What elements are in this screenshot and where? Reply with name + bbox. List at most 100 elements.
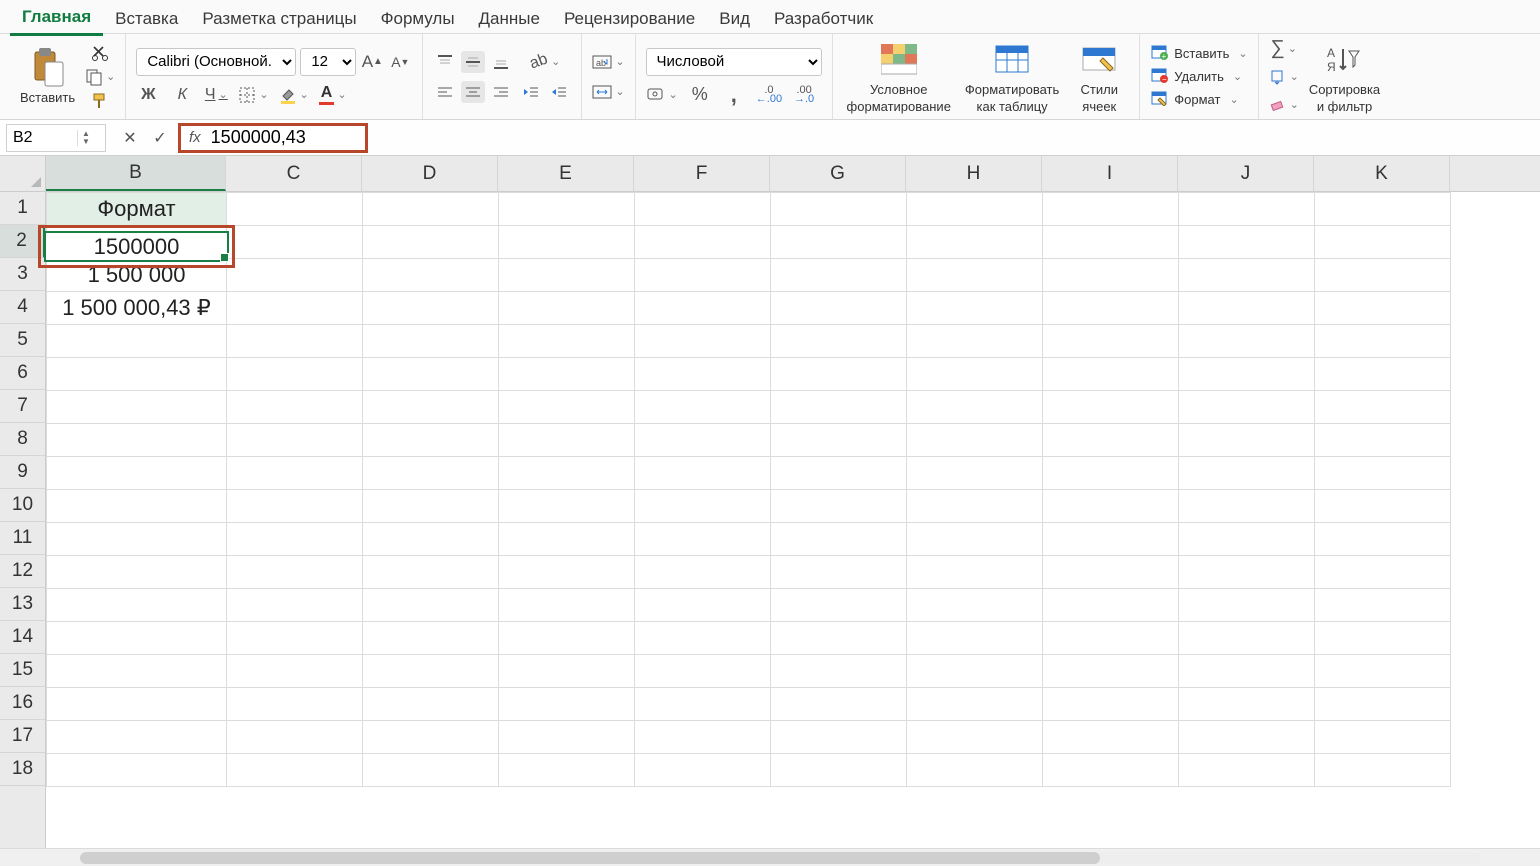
row-header-4[interactable]: 4 — [0, 291, 45, 324]
cell-J9[interactable] — [1179, 457, 1315, 490]
accounting-format-button[interactable]: ⌄ — [646, 84, 678, 106]
paste-button[interactable]: Вставить — [16, 46, 79, 107]
cell-C4[interactable] — [227, 292, 363, 325]
cell-F16[interactable] — [635, 688, 771, 721]
cell-B3[interactable]: 1 500 000 — [47, 259, 227, 292]
tab-formulas[interactable]: Формулы — [369, 5, 467, 35]
cell-D11[interactable] — [363, 523, 499, 556]
cell-B14[interactable] — [47, 622, 227, 655]
cell-K15[interactable] — [1315, 655, 1451, 688]
cell-H12[interactable] — [907, 556, 1043, 589]
cell-H1[interactable] — [907, 193, 1043, 226]
cell-H13[interactable] — [907, 589, 1043, 622]
row-header-13[interactable]: 13 — [0, 588, 45, 621]
cell-B7[interactable] — [47, 391, 227, 424]
formula-input[interactable] — [209, 126, 329, 149]
tab-data[interactable]: Данные — [467, 5, 552, 35]
cell-E15[interactable] — [499, 655, 635, 688]
row-header-17[interactable]: 17 — [0, 720, 45, 753]
cell-H7[interactable] — [907, 391, 1043, 424]
cell-I5[interactable] — [1043, 325, 1179, 358]
cell-B4[interactable]: 1 500 000,43 ₽ — [47, 292, 227, 325]
cell-J14[interactable] — [1179, 622, 1315, 655]
cell-E6[interactable] — [499, 358, 635, 391]
cell-C16[interactable] — [227, 688, 363, 721]
column-header-K[interactable]: K — [1314, 156, 1450, 191]
cell-H10[interactable] — [907, 490, 1043, 523]
cell-H16[interactable] — [907, 688, 1043, 721]
cell-H14[interactable] — [907, 622, 1043, 655]
cell-J11[interactable] — [1179, 523, 1315, 556]
column-header-D[interactable]: D — [362, 156, 498, 191]
cell-B13[interactable] — [47, 589, 227, 622]
cell-F6[interactable] — [635, 358, 771, 391]
cell-F17[interactable] — [635, 721, 771, 754]
cell-K9[interactable] — [1315, 457, 1451, 490]
cell-E9[interactable] — [499, 457, 635, 490]
cell-D1[interactable] — [363, 193, 499, 226]
cell-H17[interactable] — [907, 721, 1043, 754]
cell-K1[interactable] — [1315, 193, 1451, 226]
cell-D7[interactable] — [363, 391, 499, 424]
cell-D17[interactable] — [363, 721, 499, 754]
cell-I18[interactable] — [1043, 754, 1179, 787]
cell-B2[interactable]: 1500000 — [44, 231, 229, 262]
cell-J6[interactable] — [1179, 358, 1315, 391]
cell-C12[interactable] — [227, 556, 363, 589]
cell-E18[interactable] — [499, 754, 635, 787]
name-box-spinner[interactable]: ▲▼ — [77, 130, 94, 146]
cell-D6[interactable] — [363, 358, 499, 391]
cell-J18[interactable] — [1179, 754, 1315, 787]
cell-K3[interactable] — [1315, 259, 1451, 292]
cell-C11[interactable] — [227, 523, 363, 556]
cell-B18[interactable] — [47, 754, 227, 787]
row-header-18[interactable]: 18 — [0, 753, 45, 786]
cell-K4[interactable] — [1315, 292, 1451, 325]
cell-G12[interactable] — [771, 556, 907, 589]
cell-E16[interactable] — [499, 688, 635, 721]
tab-view[interactable]: Вид — [707, 5, 762, 35]
cell-K18[interactable] — [1315, 754, 1451, 787]
sort-filter-button[interactable]: AЯ Сортировка и фильтр — [1305, 38, 1384, 116]
cell-K12[interactable] — [1315, 556, 1451, 589]
cell-G9[interactable] — [771, 457, 907, 490]
cell-D18[interactable] — [363, 754, 499, 787]
decrease-indent-button[interactable] — [519, 81, 543, 103]
underline-button[interactable]: Ч⌄ — [204, 84, 228, 106]
cell-K10[interactable] — [1315, 490, 1451, 523]
align-left-button[interactable] — [433, 81, 457, 103]
cell-K13[interactable] — [1315, 589, 1451, 622]
cell-J7[interactable] — [1179, 391, 1315, 424]
cell-K2[interactable] — [1315, 226, 1451, 259]
format-as-table-button[interactable]: Форматировать как таблицу — [961, 38, 1063, 116]
cell-D12[interactable] — [363, 556, 499, 589]
cell-G10[interactable] — [771, 490, 907, 523]
cell-H5[interactable] — [907, 325, 1043, 358]
cell-B17[interactable] — [47, 721, 227, 754]
cell-B6[interactable] — [47, 358, 227, 391]
row-header-11[interactable]: 11 — [0, 522, 45, 555]
accept-formula-button[interactable]: ✓ — [148, 127, 172, 149]
cell-K11[interactable] — [1315, 523, 1451, 556]
conditional-formatting-button[interactable]: Условное форматирование — [843, 38, 955, 116]
cell-E17[interactable] — [499, 721, 635, 754]
cell-C18[interactable] — [227, 754, 363, 787]
cell-styles-button[interactable]: Стили ячеек — [1069, 38, 1129, 116]
cell-J16[interactable] — [1179, 688, 1315, 721]
cell-C17[interactable] — [227, 721, 363, 754]
cut-button[interactable] — [88, 42, 112, 64]
cell-J4[interactable] — [1179, 292, 1315, 325]
cell-G4[interactable] — [771, 292, 907, 325]
column-header-E[interactable]: E — [498, 156, 634, 191]
cell-F18[interactable] — [635, 754, 771, 787]
comma-style-button[interactable]: , — [722, 84, 746, 106]
row-header-7[interactable]: 7 — [0, 390, 45, 423]
cell-J10[interactable] — [1179, 490, 1315, 523]
cell-I10[interactable] — [1043, 490, 1179, 523]
cell-I12[interactable] — [1043, 556, 1179, 589]
decrease-decimal-button[interactable]: .00→.0 — [792, 84, 816, 106]
cell-F8[interactable] — [635, 424, 771, 457]
cell-C14[interactable] — [227, 622, 363, 655]
font-size-dropdown[interactable]: 12 — [300, 48, 356, 76]
row-header-15[interactable]: 15 — [0, 654, 45, 687]
